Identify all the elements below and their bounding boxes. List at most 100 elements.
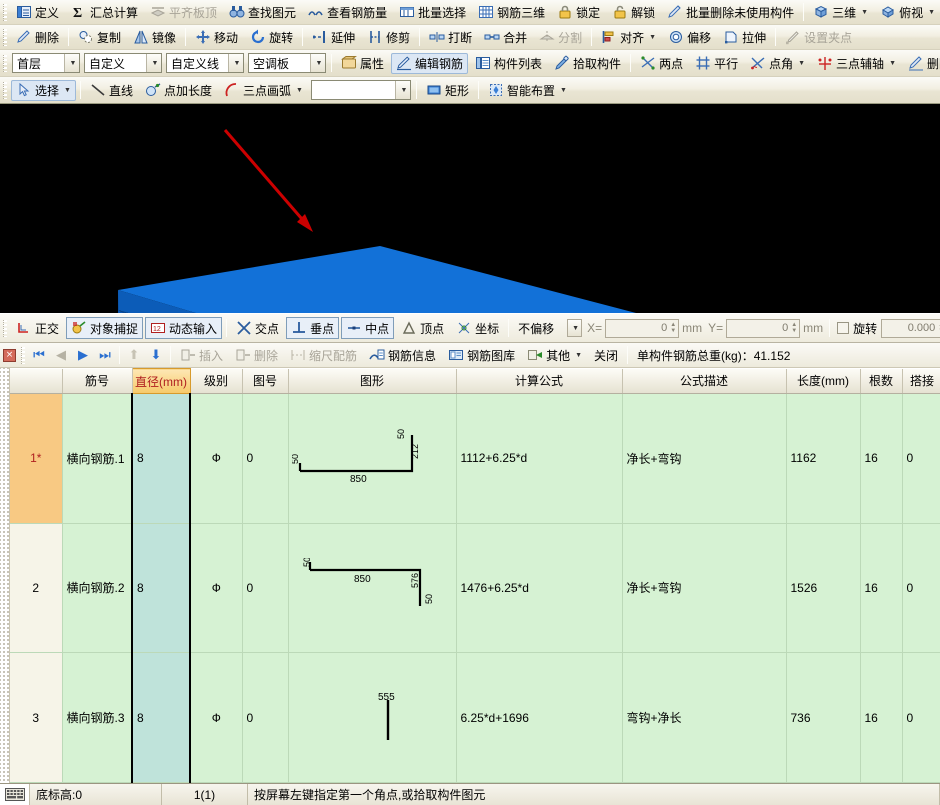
- graph-no-cell[interactable]: 0: [242, 653, 288, 783]
- toolbar-button-unlock[interactable]: 解锁: [607, 2, 660, 23]
- toolbar-button-topview[interactable]: 俯视▼: [875, 2, 940, 23]
- toolbar-button-merge[interactable]: 合并: [479, 27, 532, 48]
- toolbar-button-cube[interactable]: 三维▼: [808, 2, 873, 23]
- toolbar-button-offset[interactable]: 偏移: [663, 27, 716, 48]
- snap-mode-perpendicular-snap[interactable]: 垂点: [286, 317, 339, 339]
- grade-cell[interactable]: Ф: [190, 653, 242, 783]
- last-record-button[interactable]: ⏭: [94, 345, 116, 365]
- toolbar-button-three-point-arc[interactable]: 三点画弧▼: [219, 80, 308, 101]
- offset-mode-selector[interactable]: 不偏移▼: [514, 318, 582, 339]
- toolbar-button-define[interactable]: 定义: [11, 2, 64, 23]
- graph-no-cell[interactable]: 0: [242, 523, 288, 653]
- table-row[interactable]: 1*横向钢筋.18Ф050850212501112+6.25*d净长+弯钩116…: [10, 394, 940, 524]
- first-record-button[interactable]: ⏮: [28, 345, 50, 365]
- toolbar-button-two-point-axis[interactable]: 两点: [635, 53, 688, 74]
- toolbar-button-select-arrow[interactable]: 选择▼: [11, 80, 76, 101]
- length-cell[interactable]: 1526: [786, 523, 860, 653]
- formula-desc-cell[interactable]: 弯钩+净长: [622, 653, 786, 783]
- diameter-cell[interactable]: 8: [132, 523, 190, 653]
- toolbar-button-batch-select[interactable]: 批量选择: [394, 2, 471, 23]
- toolbar-button-mirror[interactable]: 镜像: [128, 27, 181, 48]
- toolbar-button-lock[interactable]: 锁定: [552, 2, 605, 23]
- rebar-name-cell[interactable]: 横向钢筋.1: [62, 394, 132, 524]
- snap-mode-midpoint-snap[interactable]: 中点: [341, 317, 394, 339]
- toolbar-button-batch-delete[interactable]: 批量删除未使用构件: [662, 2, 799, 23]
- x-coordinate-input[interactable]: 0▲▼: [605, 319, 679, 338]
- chevron-down-icon[interactable]: ▼: [310, 54, 325, 72]
- chevron-down-icon[interactable]: ▼: [228, 54, 243, 72]
- snap-toggle-ortho[interactable]: 正交: [11, 317, 64, 339]
- toolbar-button-point-angle[interactable]: 点角▼: [745, 53, 810, 74]
- floor-selector[interactable]: 首层▼: [12, 53, 80, 73]
- snapbar-grip[interactable]: [3, 320, 7, 337]
- length-cell[interactable]: 736: [786, 653, 860, 783]
- toolbar-grip[interactable]: [3, 4, 7, 21]
- chevron-down-icon[interactable]: ▼: [146, 54, 161, 72]
- diameter-cell[interactable]: 8: [132, 394, 190, 524]
- spinner-arrows[interactable]: ▲▼: [791, 322, 797, 334]
- diameter-cell[interactable]: 8: [132, 653, 190, 783]
- chevron-down-icon[interactable]: ▼: [567, 319, 582, 337]
- toolbar-button-line[interactable]: 直线: [85, 80, 138, 101]
- count-cell[interactable]: 16: [860, 394, 902, 524]
- toolbar-button-rotate[interactable]: 旋转: [245, 27, 298, 48]
- toolbar-button-edit-rebar[interactable]: 编辑钢筋: [391, 53, 468, 74]
- toolbar-button-properties[interactable]: 属性: [336, 53, 389, 74]
- grade-cell[interactable]: Ф: [190, 394, 242, 524]
- rebar-button-rebar-library[interactable]: 钢筋图库: [443, 345, 520, 366]
- toolbar-button-trim[interactable]: 修剪: [362, 27, 415, 48]
- toolbar-button-parallel-axis[interactable]: 平行: [690, 53, 743, 74]
- toolbar-button-sigma[interactable]: Σ汇总计算: [66, 2, 143, 23]
- formula-desc-cell[interactable]: 净长+弯钩: [622, 523, 786, 653]
- count-cell[interactable]: 16: [860, 523, 902, 653]
- column-header-6[interactable]: 计算公式: [456, 369, 622, 394]
- toolbar-button-move[interactable]: 移动: [190, 27, 243, 48]
- column-header-5[interactable]: 图形: [288, 369, 456, 394]
- toolbar-button-binoculars[interactable]: 查找图元: [224, 2, 301, 23]
- arc-mode-selector[interactable]: ▼: [311, 80, 411, 100]
- column-header-7[interactable]: 公式描述: [622, 369, 786, 394]
- formula-cell[interactable]: 1476+6.25*d: [456, 523, 622, 653]
- column-header-4[interactable]: 图号: [242, 369, 288, 394]
- component-subtype-selector[interactable]: 自定义线▼: [166, 53, 244, 73]
- toolbar-button-rectangle[interactable]: 矩形: [421, 80, 474, 101]
- formula-cell[interactable]: 6.25*d+1696: [456, 653, 622, 783]
- lap-cell[interactable]: 0: [902, 523, 940, 653]
- column-header-8[interactable]: 长度(mm): [786, 369, 860, 394]
- rebar-name-cell[interactable]: 横向钢筋.2: [62, 523, 132, 653]
- toolbar-button-delete[interactable]: 删除: [11, 27, 64, 48]
- toolbar-button-smart-layout[interactable]: 智能布置▼: [483, 80, 572, 101]
- snap-mode-vertex-snap[interactable]: 顶点: [396, 317, 449, 339]
- toolbar-button-break[interactable]: 打断: [424, 27, 477, 48]
- table-row[interactable]: 3横向钢筋.38Ф05556.25*d+1696弯钩+净长7361603: [10, 653, 940, 783]
- toolbar-button-delete-axis[interactable]: 删除辅轴: [903, 53, 940, 74]
- rebar-name-cell[interactable]: 横向钢筋.3: [62, 653, 132, 783]
- count-cell[interactable]: 16: [860, 653, 902, 783]
- lap-cell[interactable]: 0: [902, 653, 940, 783]
- toolbar-button-rebar-3d[interactable]: 钢筋三维: [473, 2, 550, 23]
- lap-cell[interactable]: 0: [902, 394, 940, 524]
- column-header-9[interactable]: 根数: [860, 369, 902, 394]
- toolbar-button-view-rebar-qty[interactable]: 查看钢筋量: [303, 2, 392, 23]
- rebar-button-other[interactable]: 其他▼: [522, 345, 587, 366]
- formula-cell[interactable]: 1112+6.25*d: [456, 394, 622, 524]
- spinner-arrows[interactable]: ▲▼: [670, 322, 676, 334]
- toolbar-button-three-point-axis[interactable]: 三点辅轴▼: [812, 53, 901, 74]
- column-header-10[interactable]: 搭接: [902, 369, 940, 394]
- formula-desc-cell[interactable]: 净长+弯钩: [622, 394, 786, 524]
- snap-mode-intersection-snap[interactable]: 交点: [231, 317, 284, 339]
- length-cell[interactable]: 1162: [786, 394, 860, 524]
- column-header-0[interactable]: [10, 369, 62, 394]
- rotate-checkbox[interactable]: [837, 322, 849, 334]
- toolbar-grip[interactable]: [3, 29, 7, 46]
- rotate-input[interactable]: 0.000▲▼: [881, 319, 940, 338]
- component-type-selector[interactable]: 自定义▼: [84, 53, 162, 73]
- snap-mode-coordinate-snap[interactable]: 坐标: [451, 317, 504, 339]
- column-header-1[interactable]: 筋号: [62, 369, 132, 394]
- shape-cell[interactable]: 5085021250: [288, 394, 456, 524]
- close-icon[interactable]: ×: [3, 349, 16, 362]
- toolbar-grip[interactable]: [3, 55, 7, 72]
- rebar-button-close[interactable]: 关闭: [589, 345, 623, 366]
- snap-toggle-object-snap[interactable]: 对象捕捉: [66, 317, 143, 339]
- column-header-2[interactable]: 直径(mm): [132, 369, 190, 394]
